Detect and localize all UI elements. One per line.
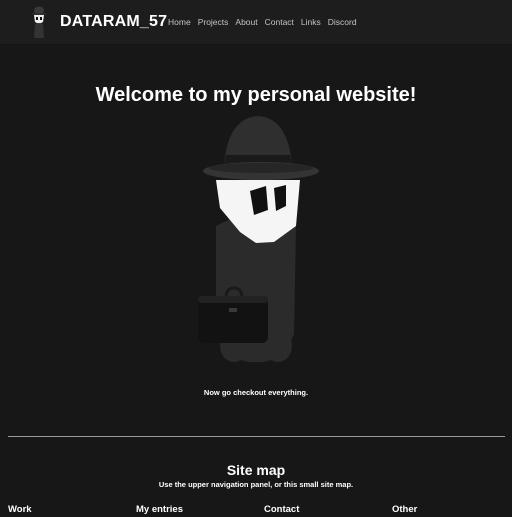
nav-discord[interactable]: Discord [328,17,357,27]
section-divider [8,436,505,437]
site-brand[interactable]: DATARAM_57 [60,12,167,32]
nav-links[interactable]: Links [301,17,321,27]
sitemap-column-contact[interactable]: Contact [264,503,299,517]
hero-caption: Now go checkout everything. [203,387,309,397]
sitemap-title: Site map [226,461,286,478]
navbar: DATARAM_57 Home Projects About Contact L… [0,0,512,44]
page-title: Welcome to my personal website! [95,84,417,107]
sitemap-column-work[interactable]: Work [8,503,32,517]
sitemap-column-other[interactable]: Other [392,503,417,517]
sitemap-column-my-entries[interactable]: My entries [136,503,183,517]
nav-menu: Home Projects About Contact Links Discor… [168,17,357,27]
nav-about[interactable]: About [235,17,257,27]
nav-projects[interactable]: Projects [198,17,229,27]
nav-contact[interactable]: Contact [265,17,294,27]
avatar[interactable] [28,5,50,39]
nav-home[interactable]: Home [168,17,191,27]
spy-character-image [198,116,319,363]
sitemap-subtitle: Use the upper navigation panel, or this … [158,479,354,489]
